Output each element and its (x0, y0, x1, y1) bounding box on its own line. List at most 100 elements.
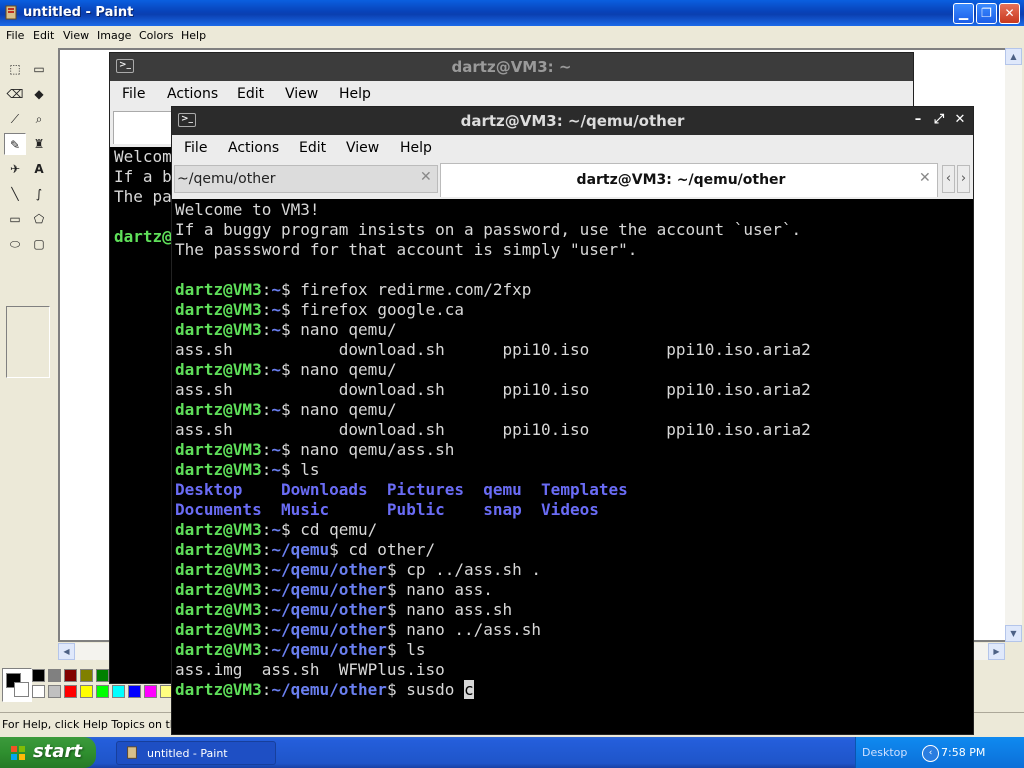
menu-help[interactable]: Help (339, 86, 371, 102)
menu-actions[interactable]: Actions (167, 86, 218, 102)
vertical-scrollbar[interactable]: ▲ ▼ (1005, 48, 1022, 642)
palette-swatch[interactable] (144, 685, 157, 698)
scroll-right-icon[interactable]: ▶ (988, 643, 1005, 660)
color-picker-icon[interactable]: ⟋ (4, 108, 26, 130)
terminal-prompt-line: dartz@VM3:~$ cd qemu/ (175, 520, 378, 539)
terminal-front-output[interactable]: Welcome to VM3! If a buggy program insist… (175, 200, 811, 700)
tray-back-icon[interactable]: ‹ (922, 745, 939, 762)
palette-swatch[interactable] (64, 685, 77, 698)
tab-dartz-active[interactable]: dartz@VM3: ~/qemu/other ✕ (440, 163, 938, 197)
palette-swatch[interactable] (80, 685, 93, 698)
maximize-button[interactable]: ❐ (976, 3, 997, 24)
tab-qemu-other[interactable]: ~/qemu/other ✕ (174, 165, 438, 193)
scroll-up-icon[interactable]: ▲ (1005, 48, 1022, 65)
menu-help[interactable]: Help (181, 29, 206, 42)
prompt-user: dartz@VM3 (175, 600, 262, 619)
line-icon[interactable]: ╲ (4, 183, 26, 205)
menu-colors[interactable]: Colors (139, 29, 173, 42)
menu-view[interactable]: View (346, 140, 379, 156)
current-colors[interactable] (2, 668, 32, 702)
palette-swatch[interactable] (128, 685, 141, 698)
palette-swatch[interactable] (96, 685, 109, 698)
prompt-command: $ nano qemu/ (280, 320, 397, 339)
rounded-rect-icon[interactable]: ▢ (28, 233, 50, 255)
scroll-left-icon[interactable]: ◀ (58, 643, 75, 660)
menu-edit[interactable]: Edit (299, 140, 326, 156)
prompt-user: dartz@VM3 (175, 620, 262, 639)
paint-app-icon (5, 5, 17, 20)
tab-close-icon[interactable]: ✕ (420, 169, 432, 185)
terminal-front-titlebar[interactable]: >_ dartz@VM3: ~/qemu/other – ⤢ ✕ (172, 107, 973, 135)
free-select-icon[interactable]: ⬚ (4, 58, 26, 80)
menu-help[interactable]: Help (400, 140, 432, 156)
start-button[interactable]: start (0, 737, 96, 768)
maximize-icon[interactable]: ⤢ (930, 111, 948, 129)
rectangle-icon[interactable]: ▭ (4, 208, 26, 230)
prompt-user: dartz@VM3 (175, 520, 262, 539)
prompt-command: $ ls (386, 640, 426, 659)
menu-file[interactable]: File (184, 140, 207, 156)
tab-scroll-right-icon[interactable]: › (957, 165, 970, 193)
prompt-user: dartz@VM3 (175, 300, 262, 319)
menu-edit[interactable]: Edit (33, 29, 54, 42)
palette-swatch[interactable] (32, 669, 45, 682)
prompt-user: dartz@VM3 (175, 580, 262, 599)
palette-swatch[interactable] (48, 685, 61, 698)
palette-swatch[interactable] (32, 685, 45, 698)
terminal-prompt-line: dartz@VM3:~/qemu/other$ cp ../ass.sh . (175, 560, 542, 579)
prompt-user: dartz@VM3 (175, 360, 262, 379)
ellipse-icon[interactable]: ⬭ (4, 233, 26, 255)
windows-logo-icon (11, 746, 25, 760)
curve-icon[interactable]: ∫ (28, 183, 50, 205)
prompt-command: $ nano qemu/ (280, 400, 397, 419)
palette-swatch[interactable] (64, 669, 77, 682)
menu-edit[interactable]: Edit (237, 86, 264, 102)
terminal-prompt-line: dartz@VM3:~/qemu$ cd other/ (175, 540, 436, 559)
menu-actions[interactable]: Actions (228, 140, 279, 156)
fill-bucket-icon[interactable]: ◆ (28, 83, 50, 105)
close-icon[interactable]: ✕ (951, 111, 969, 129)
prompt-command: $ susdo (386, 680, 464, 699)
menu-view[interactable]: View (285, 86, 318, 102)
prompt-path: ~ (271, 360, 281, 379)
palette-swatch[interactable] (96, 669, 109, 682)
taskbar-button-paint[interactable]: untitled - Paint (116, 741, 276, 765)
minimize-button[interactable]: ▁ (953, 3, 974, 24)
menu-image[interactable]: Image (97, 29, 131, 42)
tab-scroll-left-icon[interactable]: ‹ (942, 165, 955, 193)
terminal-window-front[interactable]: >_ dartz@VM3: ~/qemu/other – ⤢ ✕ File Ac… (172, 107, 973, 734)
minimize-icon[interactable]: – (909, 111, 927, 129)
menu-file[interactable]: File (6, 29, 24, 42)
palette-swatch[interactable] (80, 669, 93, 682)
terminal-prompt-line: dartz@VM3:~$ nano qemu/ass.sh (175, 440, 455, 459)
tool-options-box[interactable] (6, 306, 50, 378)
clock[interactable]: 7:58 PM (941, 746, 985, 759)
text-tool-icon[interactable]: A (28, 158, 50, 180)
terminal-back-titlebar[interactable]: >_ dartz@VM3: ~ (110, 53, 913, 81)
terminal-line: The passsword for that account is simply… (175, 240, 638, 259)
eraser-icon[interactable]: ⌫ (4, 83, 26, 105)
tab-close-icon[interactable]: ✕ (919, 170, 931, 186)
magnifier-icon[interactable]: ⌕ (28, 108, 50, 130)
rect-select-icon[interactable]: ▭ (28, 58, 50, 80)
pencil-icon[interactable]: ✎ (4, 133, 26, 155)
brush-icon[interactable]: ♜ (28, 133, 50, 155)
palette-swatch[interactable] (112, 685, 125, 698)
airbrush-icon[interactable]: ✈ (4, 158, 26, 180)
prompt-path: ~/qemu/other (271, 600, 387, 619)
prompt-user: dartz@VM3 (175, 280, 262, 299)
prompt-user: dartz@VM3 (175, 680, 262, 699)
terminal-prompt-line: dartz@VM3:~$ ls (175, 460, 320, 479)
menu-view[interactable]: View (63, 29, 89, 42)
palette-swatch[interactable] (48, 669, 61, 682)
prompt-command: $ nano qemu/ (280, 360, 397, 379)
paint-app-icon (127, 746, 137, 759)
desktop-toolbar-label[interactable]: Desktop (862, 746, 907, 759)
polygon-icon[interactable]: ⬠ (28, 208, 50, 230)
paint-titlebar[interactable]: untitled - Paint ▁ ❐ ✕ (0, 0, 1024, 26)
close-button[interactable]: ✕ (999, 3, 1020, 24)
scroll-down-icon[interactable]: ▼ (1005, 625, 1022, 642)
menu-file[interactable]: File (122, 86, 145, 102)
terminal-line: Welcom (114, 147, 172, 166)
terminal-back-tab[interactable] (113, 111, 175, 144)
